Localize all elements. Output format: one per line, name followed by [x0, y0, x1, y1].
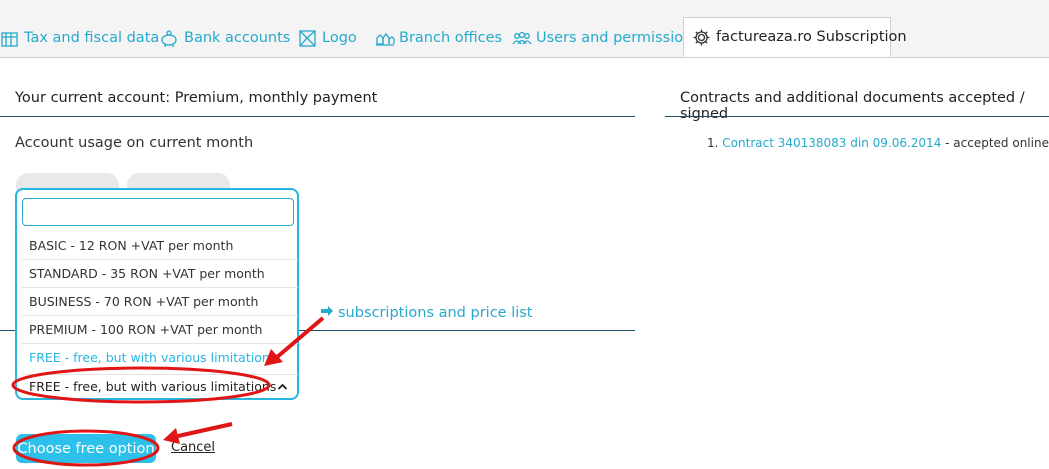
logo-icon: [298, 29, 317, 48]
tab-branch-offices[interactable]: Branch offices: [375, 24, 502, 52]
annotation-arrow: [177, 422, 233, 438]
section-divider: [665, 116, 1049, 117]
tab-label: Logo: [322, 30, 357, 46]
tab-tax-and-fiscal-data[interactable]: Tax and fiscal data: [0, 24, 159, 52]
usage-label: Account usage on current month: [15, 135, 254, 151]
plan-dropdown[interactable]: BASIC - 12 RON +VAT per month STANDARD -…: [15, 188, 299, 400]
plan-selected-text: FREE - free, but with various limitation…: [29, 379, 277, 394]
tab-users-and-permission[interactable]: Users and permission: [512, 24, 692, 52]
contract-number: 1.: [707, 136, 719, 150]
plan-option-free[interactable]: FREE - free, but with various limitation…: [22, 344, 298, 372]
chevron-up-icon[interactable]: [277, 375, 288, 408]
section-divider: [0, 116, 635, 117]
cancel-link[interactable]: Cancel: [171, 440, 215, 455]
price-list-link[interactable]: subscriptions and price list: [320, 304, 533, 322]
tab-label: Bank accounts: [184, 30, 291, 46]
plan-search-input[interactable]: [22, 198, 294, 226]
plan-selected-value[interactable]: FREE - free, but with various limitation…: [22, 374, 298, 398]
tab-logo[interactable]: Logo: [298, 24, 357, 52]
plan-option-basic[interactable]: BASIC - 12 RON +VAT per month: [22, 232, 298, 260]
price-list-link-text: subscriptions and price list: [338, 305, 533, 321]
tab-label: Users and permission: [536, 30, 693, 46]
tab-bar: Tax and fiscal data Bank accounts Logo B…: [0, 0, 1049, 58]
current-account-title: Your current account: Premium, monthly p…: [15, 90, 378, 106]
gear-icon: [692, 28, 711, 47]
tab-label: factureaza.ro Subscription: [716, 29, 907, 45]
contract-suffix: - accepted online by Pe: [945, 136, 1049, 150]
plan-option-business[interactable]: BUSINESS - 70 RON +VAT per month: [22, 288, 298, 316]
arrow-right-icon: [320, 304, 334, 322]
plan-option-standard[interactable]: STANDARD - 35 RON +VAT per month: [22, 260, 298, 288]
contracts-title: Contracts and additional documents accep…: [680, 90, 1025, 122]
tab-factureaza-subscription[interactable]: factureaza.ro Subscription: [683, 17, 907, 57]
branch-offices-icon: [375, 29, 395, 48]
tab-label: Branch offices: [399, 30, 503, 46]
users-icon: [512, 29, 532, 48]
tab-bank-accounts[interactable]: Bank accounts: [160, 24, 290, 52]
piggy-bank-icon: [160, 29, 179, 48]
contract-item: 1. Contract 340138083 din 09.06.2014 - a…: [707, 136, 1049, 150]
building-icon: [0, 29, 19, 48]
choose-free-option-button[interactable]: Choose free option: [16, 434, 156, 463]
plan-option-premium[interactable]: PREMIUM - 100 RON +VAT per month: [22, 316, 298, 344]
contract-link[interactable]: Contract 340138083 din 09.06.2014: [722, 136, 941, 150]
tab-label: Tax and fiscal data: [24, 30, 160, 46]
